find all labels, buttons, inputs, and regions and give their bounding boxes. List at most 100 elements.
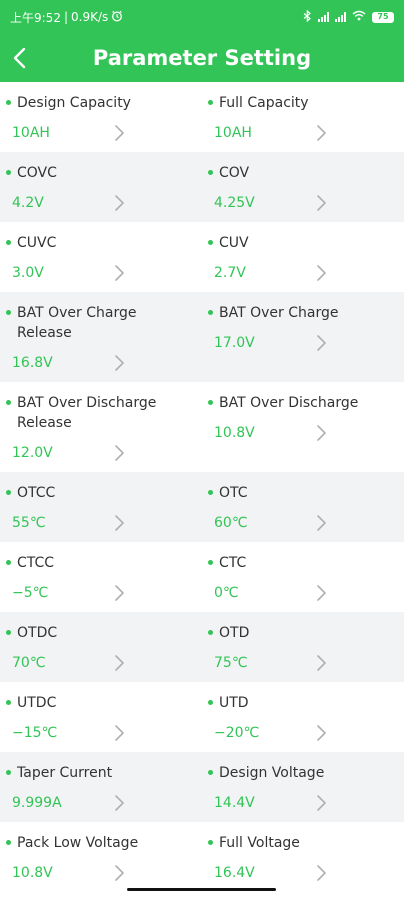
bullet-dot-icon	[6, 630, 11, 635]
parameter-item[interactable]: Taper Current 9.999A	[0, 752, 202, 822]
parameter-item[interactable]: Pack Low Voltage 10.8V	[0, 822, 202, 892]
parameter-label: UTDC	[17, 695, 57, 711]
chevron-right-icon[interactable]	[113, 194, 125, 212]
parameter-item[interactable]: Design Voltage 14.4V	[202, 752, 404, 822]
chevron-right-icon[interactable]	[315, 514, 327, 532]
parameter-label: OTD	[219, 625, 250, 641]
parameter-label-line: UTDC	[6, 693, 202, 713]
bullet-dot-icon	[6, 240, 11, 245]
parameter-label: OTC	[219, 485, 248, 501]
parameter-item[interactable]: Full Capacity 10AH	[202, 82, 404, 152]
status-left: 上午9:52 | 0.9K/s	[10, 9, 123, 26]
parameter-item[interactable]: BAT Over Charge 17.0V	[202, 292, 404, 382]
parameter-label: BAT Over Discharge	[219, 395, 359, 411]
parameter-value: 4.2V	[12, 195, 44, 211]
parameter-item[interactable]: OTD 75℃	[202, 612, 404, 682]
parameter-label-line: BAT Over Discharge Release	[6, 393, 202, 433]
bullet-dot-icon	[208, 840, 213, 845]
parameter-value: 4.25V	[214, 195, 255, 211]
chevron-right-icon[interactable]	[113, 124, 125, 142]
parameter-item[interactable]: UTDC −15℃	[0, 682, 202, 752]
parameter-item[interactable]: Full Voltage 16.4V	[202, 822, 404, 892]
bullet-dot-icon	[208, 100, 213, 105]
bullet-dot-icon	[208, 240, 213, 245]
parameter-value: 10AH	[214, 125, 252, 141]
chevron-right-icon[interactable]	[113, 724, 125, 742]
chevron-right-icon[interactable]	[113, 444, 125, 462]
parameter-item[interactable]: COVC 4.2V	[0, 152, 202, 222]
home-indicator[interactable]	[127, 888, 276, 891]
chevron-right-icon[interactable]	[113, 514, 125, 532]
parameter-row: UTDC −15℃ UTD −20℃	[0, 682, 404, 752]
signal-icon-2	[335, 12, 346, 22]
parameter-value: 3.0V	[12, 265, 44, 281]
parameter-label: BAT Over Charge Release	[17, 305, 137, 341]
chevron-right-icon[interactable]	[113, 654, 125, 672]
parameter-item[interactable]: BAT Over Discharge 10.8V	[202, 382, 404, 472]
parameter-item[interactable]: OTCC 55℃	[0, 472, 202, 542]
parameter-label: CUV	[219, 235, 249, 251]
chevron-right-icon[interactable]	[315, 794, 327, 812]
chevron-right-icon[interactable]	[315, 334, 327, 352]
chevron-right-icon[interactable]	[113, 864, 125, 882]
chevron-right-icon[interactable]	[315, 264, 327, 282]
parameter-item[interactable]: BAT Over Discharge Release 12.0V	[0, 382, 202, 472]
parameter-item[interactable]: CTCC −5℃	[0, 542, 202, 612]
parameter-label-line: UTD	[208, 693, 404, 713]
parameter-row: OTDC 70℃ OTD 75℃	[0, 612, 404, 682]
parameter-label-line: CTC	[208, 553, 404, 573]
alarm-icon	[111, 10, 123, 25]
bullet-dot-icon	[6, 310, 11, 315]
parameter-item[interactable]: Design Capacity 10AH	[0, 82, 202, 152]
parameter-item[interactable]: COV 4.25V	[202, 152, 404, 222]
parameter-label-line: Taper Current	[6, 763, 202, 783]
bullet-dot-icon	[6, 700, 11, 705]
parameter-item[interactable]: CUVC 3.0V	[0, 222, 202, 292]
parameter-item[interactable]: CUV 2.7V	[202, 222, 404, 292]
chevron-right-icon[interactable]	[113, 584, 125, 602]
parameter-item[interactable]: BAT Over Charge Release 16.8V	[0, 292, 202, 382]
parameter-label-line: OTC	[208, 483, 404, 503]
app-header: Parameter Setting	[0, 34, 404, 82]
parameter-item[interactable]: UTD −20℃	[202, 682, 404, 752]
chevron-right-icon[interactable]	[315, 654, 327, 672]
bullet-dot-icon	[208, 310, 213, 315]
parameter-value: 10.8V	[214, 425, 255, 441]
chevron-right-icon[interactable]	[315, 864, 327, 882]
parameter-row: CTCC −5℃ CTC 0℃	[0, 542, 404, 612]
chevron-right-icon[interactable]	[315, 194, 327, 212]
chevron-right-icon[interactable]	[315, 124, 327, 142]
chevron-right-icon[interactable]	[315, 424, 327, 442]
bullet-dot-icon	[6, 400, 11, 405]
bullet-dot-icon	[6, 770, 11, 775]
parameter-label-line: BAT Over Charge	[208, 303, 404, 323]
chevron-right-icon[interactable]	[315, 724, 327, 742]
parameter-item[interactable]: OTC 60℃	[202, 472, 404, 542]
parameter-label-line: Full Capacity	[208, 93, 404, 113]
bullet-dot-icon	[208, 560, 213, 565]
parameter-label-line: OTD	[208, 623, 404, 643]
parameter-label: BAT Over Discharge Release	[17, 395, 157, 431]
parameter-label: COVC	[17, 165, 57, 181]
parameter-list: Design Capacity 10AH Full Capacity 10AH COVC…	[0, 82, 404, 892]
chevron-right-icon[interactable]	[113, 264, 125, 282]
parameter-item[interactable]: OTDC 70℃	[0, 612, 202, 682]
parameter-label-line: Design Voltage	[208, 763, 404, 783]
parameter-row: OTCC 55℃ OTC 60℃	[0, 472, 404, 542]
parameter-value: 17.0V	[214, 335, 255, 351]
bullet-dot-icon	[208, 770, 213, 775]
chevron-right-icon[interactable]	[315, 584, 327, 602]
parameter-label-line: Design Capacity	[6, 93, 202, 113]
parameter-value: 12.0V	[12, 445, 53, 461]
parameter-item[interactable]: CTC 0℃	[202, 542, 404, 612]
bullet-dot-icon	[6, 490, 11, 495]
chevron-right-icon[interactable]	[113, 354, 125, 372]
chevron-right-icon[interactable]	[113, 794, 125, 812]
bullet-dot-icon	[208, 630, 213, 635]
parameter-value: −15℃	[12, 725, 58, 741]
bullet-dot-icon	[6, 840, 11, 845]
parameter-value: 10AH	[12, 125, 50, 141]
parameter-label-line: COV	[208, 163, 404, 183]
parameter-label-line: OTCC	[6, 483, 202, 503]
parameter-value: 60℃	[214, 515, 248, 531]
